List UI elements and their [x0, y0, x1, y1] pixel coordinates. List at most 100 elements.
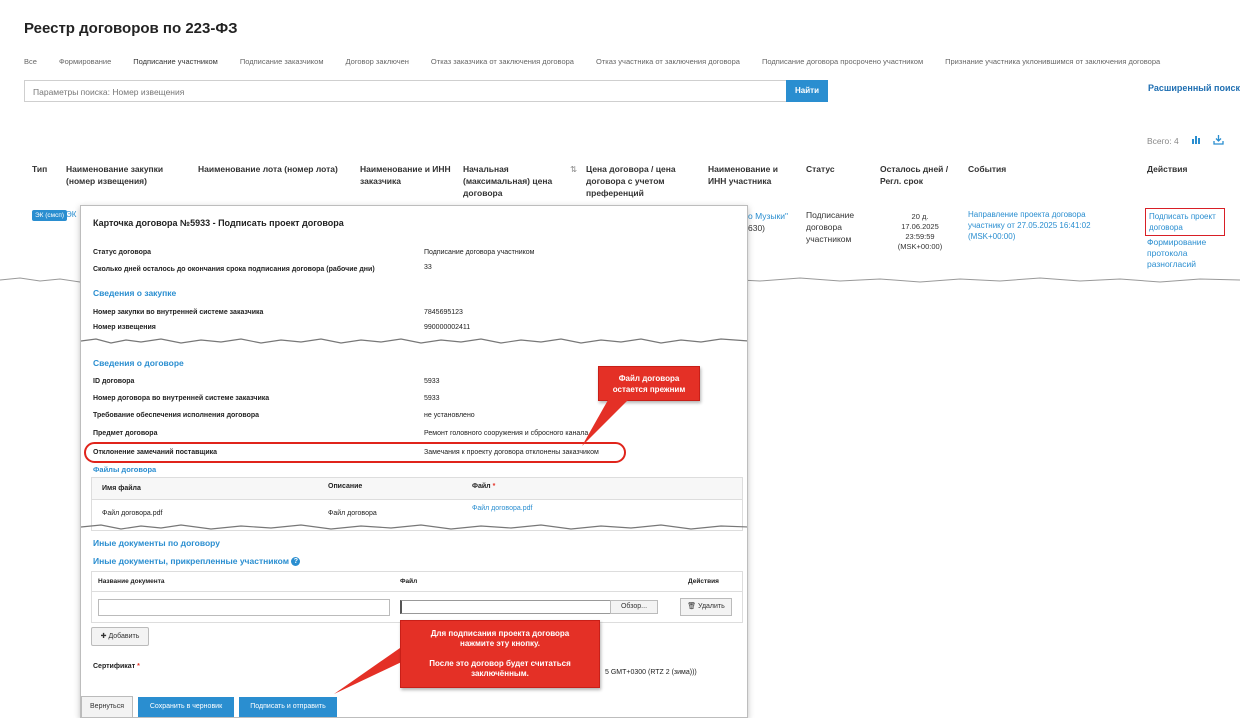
callout-line2: нажмите эту кнопку.	[459, 639, 540, 648]
col-participant: Наименование и ИНН участника	[708, 164, 778, 186]
modal-title: Карточка договора №5933 - Подписать прое…	[93, 218, 344, 228]
days-count: 20 д.	[911, 212, 929, 221]
docs-col-actions: Действия	[688, 578, 719, 585]
tab-signing-participant[interactable]: Подписание участником	[133, 57, 218, 66]
file-link[interactable]: Файл договора.pdf	[472, 505, 532, 512]
page-title: Реестр договоров по 223-ФЗ	[24, 20, 238, 37]
protocol-action[interactable]: Формирование протокола разногласий	[1147, 237, 1227, 270]
tab-evasion[interactable]: Признание участника уклонившимся от закл…	[945, 57, 1160, 66]
callout-pointer-1	[582, 400, 628, 446]
tab-all[interactable]: Все	[24, 57, 37, 66]
back-button[interactable]: Вернуться	[81, 696, 133, 717]
save-draft-button[interactable]: Сохранить в черновик	[138, 697, 234, 717]
delete-button[interactable]: 🗑 Удалить	[680, 598, 732, 616]
rejection-label: Отклонение замечаний поставщика	[93, 449, 218, 456]
callout-line2: остается прежним	[612, 385, 686, 394]
search-input[interactable]: Параметры поиска: Номер извещения	[24, 80, 788, 102]
status-line3: участником	[806, 234, 852, 244]
sign-instruction-callout: Для подписания проекта договора нажмите …	[400, 620, 600, 688]
callout-pointer-2	[334, 648, 410, 694]
torn-edge-modal-1	[81, 338, 747, 344]
event-line2: участнику от 27.05.2025 16:41:02	[968, 221, 1091, 230]
tab-concluded[interactable]: Договор заключен	[345, 57, 408, 66]
col-type: Тип	[32, 164, 48, 174]
participant-docs-label: Иные документы, прикрепленные участником	[93, 556, 289, 566]
docs-table-header: Название документа Файл Действия	[92, 572, 742, 592]
required-mark: *	[137, 663, 140, 670]
col-lot: Наименование лота (номер лота)	[198, 164, 338, 174]
file-name: Файл договора.pdf	[102, 510, 163, 517]
file-description: Файл договора	[328, 510, 377, 517]
status-filter-tabs: Все Формирование Подписание участником П…	[24, 57, 1182, 66]
purchase-link[interactable]: ЭК	[66, 210, 76, 219]
sign-send-button[interactable]: Подписать и отправить	[239, 697, 337, 717]
trash-icon: 🗑	[687, 603, 697, 610]
tab-forming[interactable]: Формирование	[59, 57, 111, 66]
participant-name[interactable]: о Музыки" 630)	[748, 210, 788, 234]
notice-number-value: 990000002411	[424, 324, 471, 331]
status-cell: Подписание договора участником	[806, 209, 876, 245]
days-left-label: Сколько дней осталось до окончания срока…	[93, 266, 375, 273]
chart-icon[interactable]	[1191, 135, 1201, 147]
col-status: Статус	[806, 164, 835, 174]
internal-number-label: Номер закупки во внутренней системе зака…	[93, 309, 264, 316]
status-line2: договора	[806, 222, 842, 232]
docs-col-file: Файл	[400, 578, 418, 585]
total-bar: Всего: 4	[1147, 134, 1224, 148]
file-unchanged-callout: Файл договора остается прежним	[598, 366, 700, 401]
subject-label: Предмет договора	[93, 430, 158, 437]
files-col-file-label: Файл	[472, 483, 491, 490]
callout-line1: Для подписания проекта договора	[430, 629, 570, 638]
delete-label: Удалить	[698, 603, 725, 610]
browse-button[interactable]: Обзор...	[610, 600, 658, 614]
deadline-date: 17.06.2025	[901, 222, 939, 231]
tab-signing-customer[interactable]: Подписание заказчиком	[240, 57, 324, 66]
document-name-input[interactable]	[98, 599, 390, 616]
col-days-left: Осталось дней / Регл. срок	[880, 164, 949, 186]
add-document-button[interactable]: ✚ Добавить	[91, 627, 149, 646]
tab-overdue[interactable]: Подписание договора просрочено участнико…	[762, 57, 923, 66]
total-count: Всего: 4	[1147, 136, 1179, 146]
required-mark: *	[492, 483, 496, 490]
event-line3: (MSK+00:00)	[968, 232, 1016, 241]
certificate-label: Сертификат *	[93, 663, 140, 670]
participant-docs-title: Иные документы, прикрепленные участником…	[93, 556, 301, 567]
contract-status-value: Подписание договора участником	[424, 249, 535, 256]
files-col-desc: Описание	[328, 483, 363, 490]
callout-line3: После это договор будет считаться	[429, 659, 571, 668]
sort-icon[interactable]: ⇅	[570, 163, 577, 175]
callout-line1: Файл договора	[618, 374, 680, 383]
certificate-value[interactable]: 5 GMT+0300 (RTZ 2 (зима)))	[605, 669, 697, 676]
type-badge: ЭК (смсп)	[32, 210, 68, 221]
tab-customer-refusal[interactable]: Отказ заказчика от заключения договора	[431, 57, 574, 66]
documents-table: Название документа Файл Действия Обзор..…	[91, 571, 743, 623]
col-purchase: Наименование закупки (номер извещения)	[66, 164, 164, 186]
help-icon[interactable]: ?	[291, 557, 301, 567]
security-label: Требование обеспечения исполнения догово…	[93, 412, 260, 419]
search-button[interactable]: Найти	[786, 80, 828, 102]
advanced-search-link[interactable]: Расширенный поиск	[1148, 83, 1240, 93]
download-icon[interactable]	[1213, 134, 1224, 148]
col-contract-price: Цена договора / цена договора с учетом п…	[586, 164, 676, 198]
event-link[interactable]: Направление проекта договора участнику о…	[968, 209, 1128, 242]
add-label: Добавить	[108, 633, 140, 640]
callout-spacer	[401, 649, 599, 659]
col-start-price: Начальная (максимальная) цена договора	[463, 164, 553, 198]
event-line1: Направление проекта договора	[968, 210, 1086, 219]
sign-draft-line1: Подписать проект	[1149, 212, 1216, 221]
col-events: События	[968, 164, 1007, 174]
notice-number-label: Номер извещения	[93, 324, 156, 331]
sign-draft-line2: договора	[1149, 223, 1183, 232]
docs-col-name: Название документа	[98, 578, 165, 585]
deadline-time: 23:59:59	[905, 232, 935, 241]
deadline-tz: (MSK+00:00)	[897, 242, 943, 251]
security-value: не установлено	[424, 412, 475, 419]
protocol-line2: протокола	[1147, 248, 1188, 258]
col-customer: Наименование и ИНН заказчика	[360, 164, 451, 186]
tab-participant-refusal[interactable]: Отказ участника от заключения договора	[596, 57, 740, 66]
plus-icon: ✚	[100, 633, 107, 640]
sign-draft-action[interactable]: Подписать проект договора	[1145, 208, 1225, 236]
subject-value: Ремонт головного сооружения и сбросного …	[424, 430, 589, 437]
file-path-input[interactable]	[400, 600, 616, 614]
callout-line4: заключённым.	[471, 669, 529, 678]
